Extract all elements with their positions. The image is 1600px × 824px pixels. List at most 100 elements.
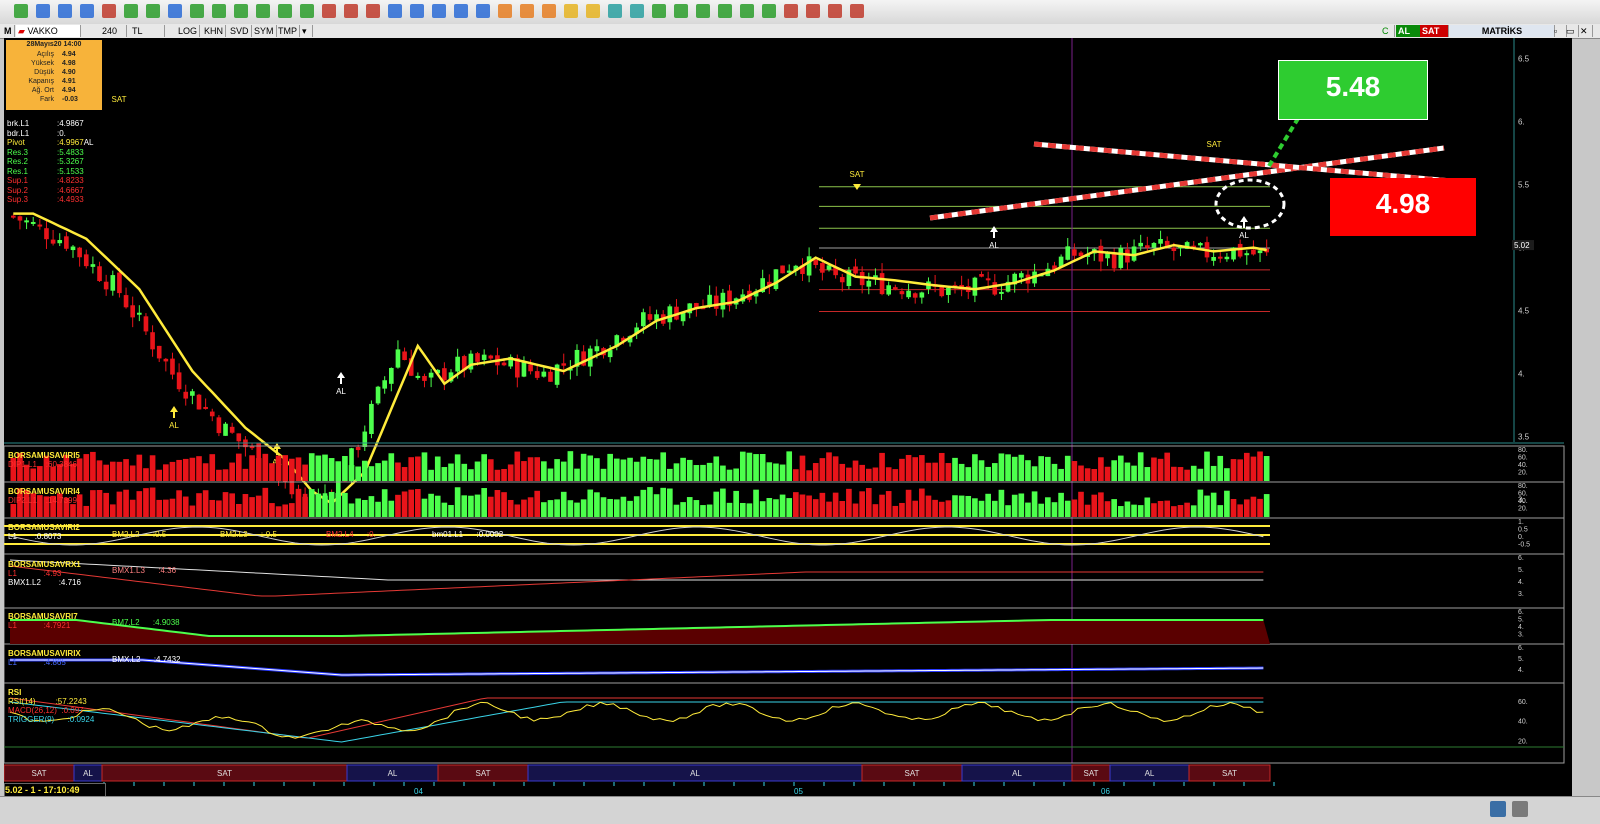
tab-sym[interactable]: SYM	[252, 25, 277, 37]
toolbar-tool-icon[interactable]	[586, 4, 600, 18]
histogram-bar	[196, 456, 202, 481]
tab-log[interactable]: LOG	[176, 25, 201, 37]
sync-icon[interactable]	[1490, 801, 1506, 817]
signal-segment-label: AL	[388, 769, 398, 778]
toolbar-tool-icon[interactable]	[278, 4, 292, 18]
toolbar-tool-icon[interactable]	[344, 4, 358, 18]
refresh-icon[interactable]: C	[1380, 25, 1395, 37]
al-button[interactable]: AL	[1396, 25, 1423, 37]
toolbar-tool-icon[interactable]	[14, 4, 28, 18]
candle-body	[203, 406, 208, 409]
toolbar-tool-icon[interactable]	[850, 4, 864, 18]
histogram-bar	[1071, 499, 1078, 517]
toolbar-tool-icon[interactable]	[366, 4, 380, 18]
histogram-bar	[1224, 468, 1230, 481]
toolbar-tool-icon[interactable]	[300, 4, 314, 18]
legend-value: :5.1533	[57, 166, 84, 176]
legend-label: Res.3	[7, 147, 28, 157]
legend-value: :4.9967	[57, 138, 84, 147]
toolbar-tool-icon[interactable]	[564, 4, 578, 18]
toolbar-tool-icon[interactable]	[740, 4, 754, 18]
histogram-bar	[773, 463, 779, 481]
toolbar-tool-icon[interactable]	[234, 4, 248, 18]
toolbar-tool-icon[interactable]	[762, 4, 776, 18]
panel2-l1: DIP2.L1 :14.7399	[8, 496, 77, 505]
toolbar-tool-icon[interactable]	[498, 4, 512, 18]
period-select[interactable]: 240	[100, 25, 127, 37]
histogram-bar	[1104, 501, 1111, 517]
symbol-input[interactable]: ▰ VAKKO	[16, 25, 81, 37]
currency-select[interactable]: TL	[130, 25, 165, 37]
toolbar-tool-icon[interactable]	[168, 4, 182, 18]
toolbar-tool-icon[interactable]	[542, 4, 556, 18]
panel3-l4: BM2.L4 :0.	[326, 530, 376, 539]
restore-icon[interactable]: ▭	[1564, 25, 1579, 37]
settings-icon[interactable]	[1512, 801, 1528, 817]
candle-body	[1145, 245, 1150, 248]
histogram-bar	[335, 493, 342, 517]
toolbar-tool-icon[interactable]	[410, 4, 424, 18]
toolbar-tool-icon[interactable]	[828, 4, 842, 18]
tab-khn[interactable]: KHN	[202, 25, 227, 37]
toolbar-tool-icon[interactable]	[80, 4, 94, 18]
tab-tmp[interactable]: TMP	[276, 25, 300, 37]
info-label: Kapanış	[28, 78, 54, 85]
toolbar-tool-icon[interactable]	[674, 4, 688, 18]
close-icon[interactable]: ✕	[1578, 25, 1593, 37]
toolbar-tool-icon[interactable]	[696, 4, 710, 18]
histogram-bar	[673, 504, 680, 517]
indicator-panel	[3, 682, 1565, 764]
toolbar-tool-icon[interactable]	[190, 4, 204, 18]
histogram-bar	[541, 502, 547, 517]
toolbar-tool-icon[interactable]	[146, 4, 160, 18]
toolbar-tool-icon[interactable]	[806, 4, 820, 18]
histogram-bar	[355, 466, 361, 481]
toolbar-tool-icon[interactable]	[432, 4, 446, 18]
histogram-bar	[76, 458, 83, 481]
toolbar-tool-icon[interactable]	[520, 4, 534, 18]
target-up-pointer	[1267, 110, 1304, 168]
chart-svg[interactable]: AL AL AL AL AL SAT SAT SAT 6.5 6. 5.5 5. 4.5 4. 3.5 3. 5…	[3, 38, 1572, 796]
histogram-bar	[1243, 452, 1250, 481]
candle-body	[156, 345, 162, 359]
toolbar-tool-icon[interactable]	[102, 4, 116, 18]
toolbar-tool-icon[interactable]	[630, 4, 644, 18]
histogram-bar	[123, 459, 129, 481]
histogram-bar	[892, 505, 899, 517]
candle-body	[97, 266, 102, 282]
panel6-l1: L1 :4.865	[8, 658, 66, 667]
histogram-bar	[952, 495, 958, 517]
toolbar-tool-icon[interactable]	[256, 4, 270, 18]
histogram-bar	[686, 497, 693, 517]
info-label: Düşük	[34, 69, 54, 76]
toolbar-tool-icon[interactable]	[476, 4, 490, 18]
toolbar-tool-icon[interactable]	[388, 4, 402, 18]
dropdown-icon[interactable]: ▾	[300, 25, 313, 37]
panel-tick-label: 5.	[1518, 617, 1524, 624]
toolbar-tool-icon[interactable]	[36, 4, 50, 18]
histogram-bar	[1058, 468, 1064, 481]
histogram-bar	[1058, 492, 1064, 517]
legend-label: BM2.L3	[220, 530, 248, 539]
toolbar-tool-icon[interactable]	[652, 4, 666, 18]
toolbar-tool-icon[interactable]	[784, 4, 798, 18]
info-row-close: Kapanış 4.91	[8, 78, 100, 86]
window-m-icon[interactable]: M	[2, 25, 15, 37]
candle-body	[1072, 249, 1077, 256]
tab-svd[interactable]: SVD	[228, 25, 252, 37]
toolbar-tool-icon[interactable]	[58, 4, 72, 18]
toolbar-tool-icon[interactable]	[124, 4, 138, 18]
panel-tick-label: 6.	[1518, 645, 1524, 652]
chart-area[interactable]: AL AL AL AL AL SAT SAT SAT 6.5 6. 5.5 5. 4.5 4. 3.5 3. 5…	[3, 38, 1572, 796]
toolbar-tool-icon[interactable]	[212, 4, 226, 18]
candle-body	[548, 371, 553, 382]
toolbar-tool-icon[interactable]	[608, 4, 622, 18]
sat-button[interactable]: SAT	[1420, 25, 1449, 37]
toolbar-tool-icon[interactable]	[718, 4, 732, 18]
histogram-bar	[514, 451, 521, 481]
histogram-bar	[282, 455, 289, 481]
target-up-callout: 5.48	[1278, 60, 1428, 120]
histogram-bar	[249, 455, 255, 481]
toolbar-tool-icon[interactable]	[322, 4, 336, 18]
toolbar-tool-icon[interactable]	[454, 4, 468, 18]
